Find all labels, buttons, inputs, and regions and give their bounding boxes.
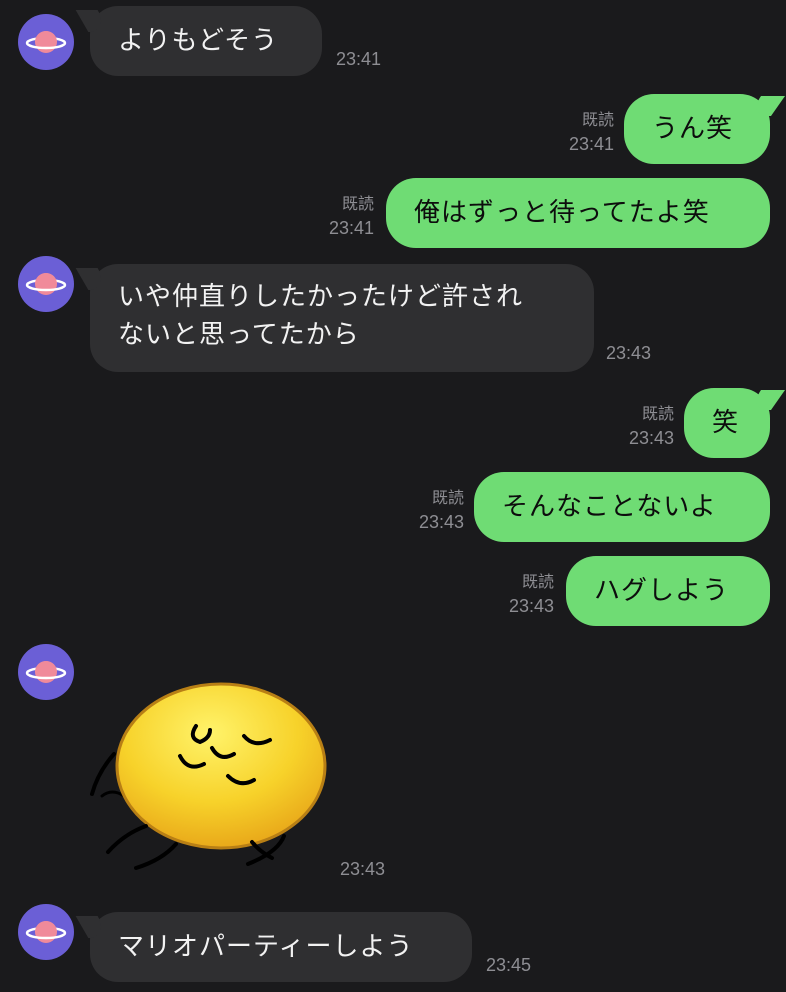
planet-icon [25,661,67,683]
outgoing-message[interactable]: そんなことないよ [474,472,770,542]
message-text: 笑 [712,408,740,438]
avatar[interactable] [18,904,74,960]
read-receipt: 既読 [521,574,554,591]
chat-area: よりもどそう 23:41 既読 23:41 うん笑 既読 23:41 俺はずっと… [0,0,786,992]
message-time: 23:43 [418,512,464,532]
avatar[interactable] [18,14,74,70]
message-meta: 既読 23:41 [300,194,374,240]
message-meta: 既読 23:43 [388,488,464,534]
message-text-line: いや仲直りしたかったけど許され [118,282,524,312]
outgoing-message[interactable]: 俺はずっと待ってたよ笑 [386,178,770,248]
message-meta: 既読 23:43 [598,404,674,450]
message-time: 23:41 [568,134,614,154]
outgoing-message[interactable]: ハグしよう [566,556,770,626]
read-receipt: 既読 [641,406,674,423]
message-text: うん笑 [652,114,734,144]
outgoing-message[interactable]: 笑 [684,388,770,458]
incoming-message[interactable]: マリオパーティーしよう [90,912,472,982]
message-meta: 既読 23:41 [540,110,614,156]
message-time: 23:43 [628,428,674,448]
read-receipt: 既読 [341,196,374,213]
sticker[interactable] [84,676,334,876]
message-text: 俺はずっと待ってたよ笑 [414,198,710,228]
message-text: そんなことないよ [502,492,717,522]
avatar[interactable] [18,256,74,312]
read-receipt: 既読 [581,112,614,129]
message-time: 23:43 [606,343,652,363]
outgoing-message[interactable]: うん笑 [624,94,770,164]
read-receipt: 既読 [431,490,464,507]
message-time: 23:43 [508,596,554,616]
planet-icon [25,31,67,53]
message-text-line: ないと思ってたから [118,320,360,350]
message-text: ハグしよう [594,576,730,606]
planet-icon [25,921,67,943]
message-time: 23:41 [328,218,374,238]
yellow-blob-running-sticker [90,682,327,870]
message-meta: 既読 23:43 [478,572,554,618]
message-time: 23:45 [486,955,532,975]
message-time: 23:41 [336,49,382,69]
incoming-message[interactable]: いや仲直りしたかったけど許され ないと思ってたから [90,264,594,372]
message-time: 23:43 [340,859,386,879]
message-text: マリオパーティーしよう [118,932,414,962]
avatar[interactable] [18,644,74,700]
message-text: よりもどそう [118,26,279,56]
incoming-message[interactable]: よりもどそう [90,6,322,76]
planet-icon [25,273,67,295]
